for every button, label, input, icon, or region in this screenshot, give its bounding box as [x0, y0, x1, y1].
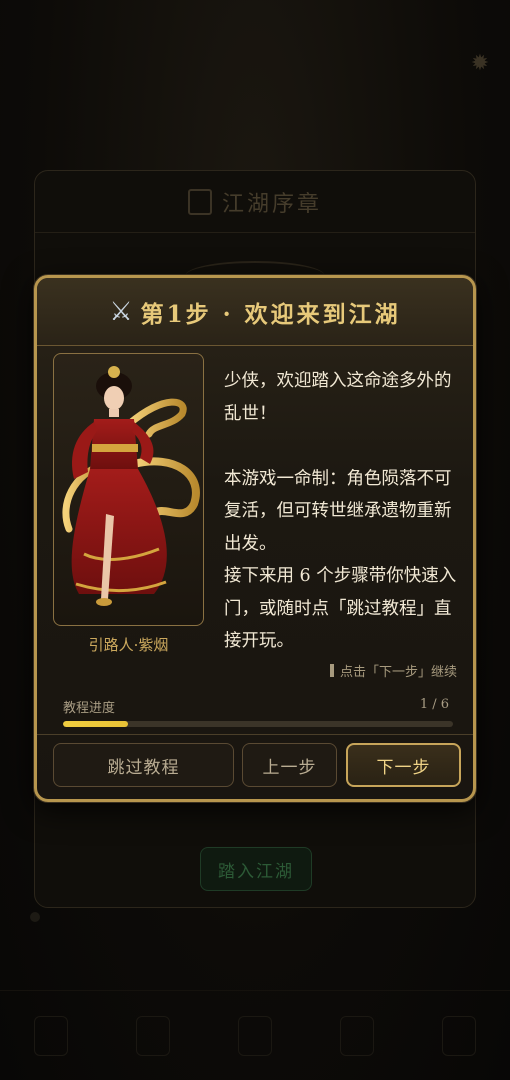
- gear-icon: ✹: [470, 51, 490, 76]
- background-dot: [30, 912, 40, 922]
- tutorial-dialog-text: 少侠，欢迎踏入这命途多外的乱世！ 本游戏一命制：角色陨落不可复活，但可转世继承遗…: [224, 365, 464, 658]
- background-card-header: 江湖序章: [35, 171, 475, 233]
- tab-icon: [238, 1015, 272, 1056]
- tutorial-modal: ⚔ 第1步 · 欢迎来到江湖 引路人·紫烟 少侠，欢迎踏入这命途多外的乱世！ 本…: [34, 275, 476, 802]
- tab-icon: [442, 1015, 476, 1056]
- modal-title: 第1步 · 欢迎来到江湖: [140, 300, 401, 328]
- background-card-title: 江湖序章: [221, 191, 322, 217]
- crossed-swords-icon: ⚔: [109, 296, 133, 327]
- skip-tutorial-button[interactable]: 跳过教程: [53, 743, 234, 787]
- guide-portrait: [53, 353, 204, 626]
- tab-icon: [136, 1015, 170, 1056]
- next-step-button[interactable]: 下一步: [346, 743, 461, 787]
- scroll-icon: [187, 188, 212, 215]
- continue-hint: 点击「下一步」继续: [329, 661, 457, 680]
- guide-portrait-image: [62, 366, 200, 606]
- hint-bar-icon: [329, 664, 334, 677]
- previous-step-button[interactable]: 上一步: [242, 743, 337, 787]
- enter-jianghu-button: 踏入江湖: [200, 847, 312, 891]
- modal-header: ⚔ 第1步 · 欢迎来到江湖: [37, 278, 473, 346]
- progress-count: 1 / 6: [419, 697, 449, 712]
- modal-footer-divider: [37, 734, 473, 735]
- dialog-paragraph: 少侠，欢迎踏入这命途多外的乱世！: [224, 371, 452, 424]
- background-tab-bar: [0, 990, 510, 1080]
- background-top-bar: ✹: [0, 0, 510, 90]
- tab-icon: [34, 1015, 68, 1056]
- tab-icon: [340, 1015, 374, 1056]
- progress-label: 教程进度: [63, 701, 116, 716]
- guide-name-label: 引路人·紫烟: [88, 636, 169, 654]
- progress-bar: [63, 721, 453, 727]
- continue-hint-text: 点击「下一步」继续: [339, 665, 457, 680]
- progress-bar-fill: [63, 721, 128, 727]
- dialog-paragraph: 本游戏一命制：角色陨落不可复活，但可转世继承遗物重新出发。: [224, 468, 452, 554]
- dialog-paragraph: 接下来用 6 个步骤带你快速入门，或随时点「跳过教程」直接开玩。: [224, 566, 457, 651]
